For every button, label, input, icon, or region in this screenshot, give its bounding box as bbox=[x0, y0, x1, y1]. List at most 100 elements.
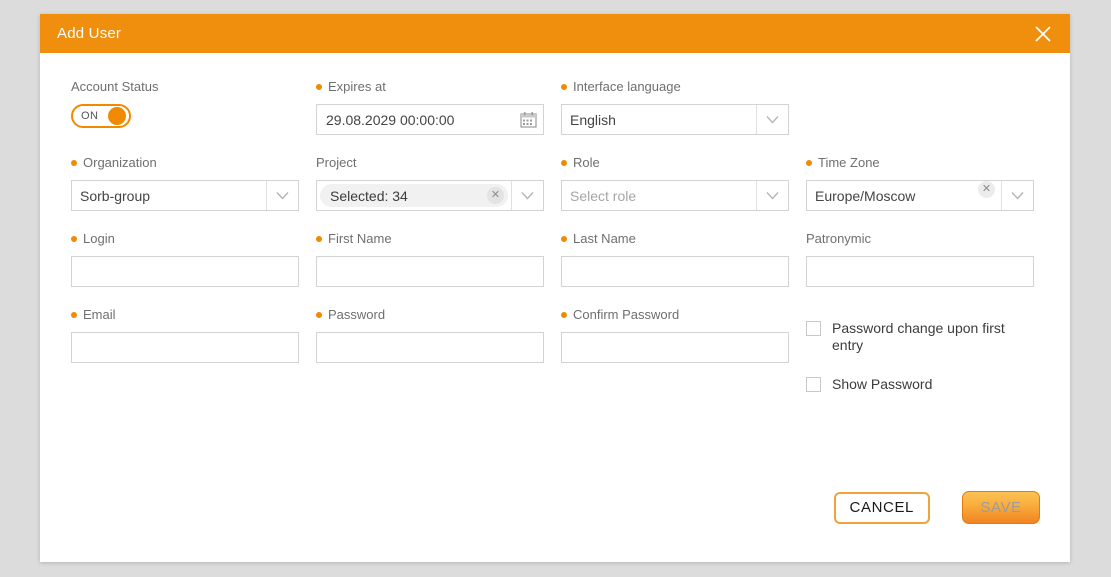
field-email: Email bbox=[71, 307, 299, 415]
label-last-name: Last Name bbox=[561, 231, 789, 247]
label-confirm-password: Confirm Password bbox=[561, 307, 789, 323]
email-input[interactable] bbox=[71, 332, 299, 363]
role-select[interactable]: Select role bbox=[561, 180, 789, 211]
checkbox-show-password[interactable]: Show Password bbox=[806, 376, 1034, 393]
label-expires-at: Expires at bbox=[316, 79, 544, 95]
label-password: Password bbox=[316, 307, 544, 323]
toggle-knob bbox=[108, 107, 126, 125]
role-placeholder: Select role bbox=[570, 187, 637, 204]
account-status-label-text: Account Status bbox=[71, 79, 159, 94]
checkbox-label: Show Password bbox=[832, 376, 933, 392]
dialog-header: Add User bbox=[40, 14, 1070, 53]
toggle-state-label: ON bbox=[81, 110, 99, 122]
close-icon[interactable] bbox=[1030, 21, 1056, 47]
password-label-text: Password bbox=[328, 307, 386, 322]
field-interface-language: Interface language English bbox=[561, 79, 789, 135]
field-account-status: Account Status ON bbox=[71, 79, 299, 135]
time-zone-value: Europe/Moscow bbox=[815, 187, 916, 204]
chevron-down-icon[interactable] bbox=[1001, 181, 1033, 210]
required-dot-icon bbox=[71, 160, 77, 166]
first-name-label-text: First Name bbox=[328, 231, 392, 246]
field-confirm-password: Confirm Password bbox=[561, 307, 789, 415]
patronymic-input[interactable] bbox=[806, 256, 1034, 287]
password-input[interactable] bbox=[316, 332, 544, 363]
required-dot-icon bbox=[316, 84, 322, 90]
cancel-button[interactable]: CANCEL bbox=[833, 491, 930, 524]
label-interface-language: Interface language bbox=[561, 79, 789, 95]
required-dot-icon bbox=[316, 312, 322, 318]
account-status-toggle[interactable]: ON bbox=[71, 104, 131, 128]
required-dot-icon bbox=[316, 236, 322, 242]
clear-icon[interactable]: ✕ bbox=[487, 187, 504, 204]
field-role: Role Select role bbox=[561, 155, 789, 211]
dialog-footer: CANCEL SAVE bbox=[833, 491, 1040, 524]
add-user-dialog: Add User Account Status ON Expires at 29… bbox=[40, 14, 1070, 562]
required-dot-icon bbox=[71, 236, 77, 242]
project-selection-chip: Selected: 34 ✕ bbox=[320, 184, 508, 207]
chevron-down-icon[interactable] bbox=[511, 181, 543, 210]
save-button[interactable]: SAVE bbox=[962, 491, 1040, 524]
required-dot-icon bbox=[561, 312, 567, 318]
interface-language-label-text: Interface language bbox=[573, 79, 681, 94]
login-label-text: Login bbox=[83, 231, 115, 246]
form-row-2: Organization Sorb-group Project Selected… bbox=[71, 155, 1040, 211]
label-role: Role bbox=[561, 155, 789, 171]
form-row-4: Email Password Confirm Password Password… bbox=[71, 307, 1040, 415]
row-spacer bbox=[71, 135, 1040, 155]
project-label-text: Project bbox=[316, 155, 357, 170]
field-password: Password bbox=[316, 307, 544, 415]
row-spacer bbox=[71, 287, 1040, 307]
checkbox-icon[interactable] bbox=[806, 377, 821, 392]
label-email: Email bbox=[71, 307, 299, 323]
clear-icon[interactable]: ✕ bbox=[978, 181, 995, 198]
email-label-text: Email bbox=[83, 307, 116, 322]
form-row-3: Login First Name Last Name Patronymic bbox=[71, 231, 1040, 287]
field-patronymic: Patronymic bbox=[806, 231, 1034, 287]
form-row-1: Account Status ON Expires at 29.08.2029 … bbox=[71, 79, 1040, 135]
checkbox-password-change-first-entry[interactable]: Password change upon first entry bbox=[806, 320, 1034, 354]
confirm-password-label-text: Confirm Password bbox=[573, 307, 680, 322]
field-project: Project Selected: 34 ✕ bbox=[316, 155, 544, 211]
field-first-name: First Name bbox=[316, 231, 544, 287]
label-patronymic: Patronymic bbox=[806, 231, 1034, 247]
last-name-label-text: Last Name bbox=[573, 231, 636, 246]
label-first-name: First Name bbox=[316, 231, 544, 247]
required-dot-icon bbox=[561, 160, 567, 166]
field-last-name: Last Name bbox=[561, 231, 789, 287]
login-input[interactable] bbox=[71, 256, 299, 287]
checkbox-group: Password change upon first entry Show Pa… bbox=[806, 307, 1034, 415]
organization-value: Sorb-group bbox=[80, 187, 151, 204]
time-zone-select[interactable]: Europe/Moscow ✕ bbox=[806, 180, 1034, 211]
organization-label-text: Organization bbox=[83, 155, 157, 170]
project-value: Selected: 34 bbox=[330, 187, 408, 204]
project-select[interactable]: Selected: 34 ✕ bbox=[316, 180, 544, 211]
form-body: Account Status ON Expires at 29.08.2029 … bbox=[40, 53, 1070, 415]
expires-at-input-wrap bbox=[316, 104, 544, 135]
field-expires-at: Expires at bbox=[316, 79, 544, 135]
field-row1-empty bbox=[806, 79, 1034, 135]
page-title: Add User bbox=[57, 25, 122, 42]
organization-select[interactable]: Sorb-group bbox=[71, 180, 299, 211]
checkbox-icon[interactable] bbox=[806, 321, 821, 336]
label-project: Project bbox=[316, 155, 544, 171]
expires-at-input[interactable] bbox=[316, 104, 544, 135]
expires-at-label-text: Expires at bbox=[328, 79, 386, 94]
project-chip-wrap: Selected: 34 ✕ bbox=[317, 181, 511, 210]
field-login: Login bbox=[71, 231, 299, 287]
field-time-zone: Time Zone Europe/Moscow ✕ bbox=[806, 155, 1034, 211]
confirm-password-input[interactable] bbox=[561, 332, 789, 363]
checkbox-label: Password change upon first entry bbox=[832, 320, 1005, 353]
last-name-input[interactable] bbox=[561, 256, 789, 287]
chevron-down-icon[interactable] bbox=[266, 181, 298, 210]
required-dot-icon bbox=[561, 84, 567, 90]
role-label-text: Role bbox=[573, 155, 600, 170]
interface-language-select[interactable]: English bbox=[561, 104, 789, 135]
chevron-down-icon[interactable] bbox=[756, 181, 788, 210]
chevron-down-icon[interactable] bbox=[756, 105, 788, 134]
label-account-status: Account Status bbox=[71, 79, 299, 95]
label-login: Login bbox=[71, 231, 299, 247]
time-zone-label-text: Time Zone bbox=[818, 155, 880, 170]
patronymic-label-text: Patronymic bbox=[806, 231, 872, 246]
first-name-input[interactable] bbox=[316, 256, 544, 287]
label-time-zone: Time Zone bbox=[806, 155, 1034, 171]
